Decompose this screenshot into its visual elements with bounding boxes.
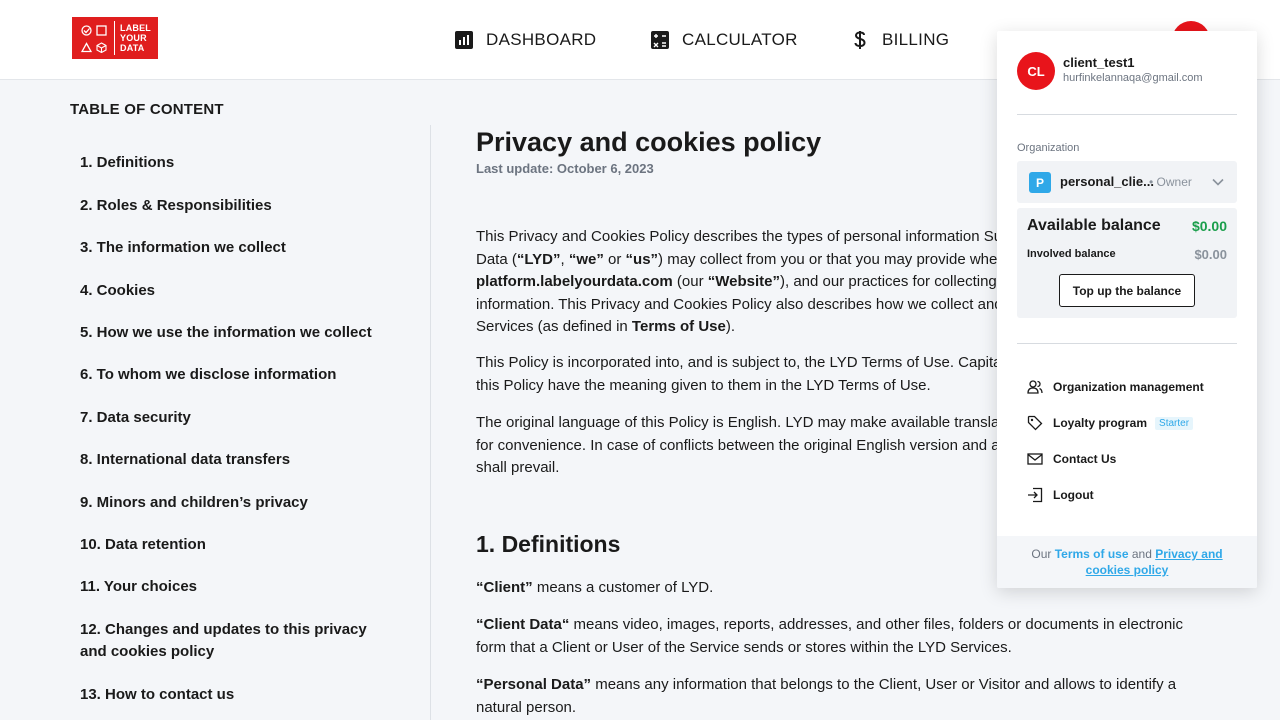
text-bold: “Website”: [707, 273, 780, 290]
loyalty-tier-badge: Starter: [1155, 416, 1194, 430]
logo-text-line: DATA: [120, 43, 145, 53]
toc-item[interactable]: 13. How to contact us: [80, 684, 234, 706]
footer-text: and: [1128, 547, 1156, 561]
logo-mark: [72, 17, 114, 59]
terms-of-use-link[interactable]: Terms of Use: [632, 318, 726, 335]
text: ).: [725, 318, 736, 335]
user-email: hurfinkelannaqa@gmail.com: [1063, 72, 1203, 84]
nav-dashboard[interactable]: DASHBOARD: [454, 28, 596, 52]
logo-text-line: YOUR: [120, 33, 147, 43]
top-up-button[interactable]: Top up the balance: [1059, 274, 1195, 307]
text: ) may collect from you or that you may p…: [658, 250, 1046, 268]
toc-item[interactable]: 7. Data security: [80, 407, 191, 429]
organization-select[interactable]: P personal_clie... • Owner: [1017, 161, 1237, 203]
toc-title: TABLE OF CONTENT: [70, 101, 224, 118]
text: (our: [672, 273, 708, 290]
calculator-icon: [650, 30, 670, 50]
section-title: 1. Definitions: [476, 531, 621, 557]
toc-item[interactable]: 8. International data transfers: [80, 449, 290, 471]
definition-personal-data: “Personal Data” means any information th…: [476, 674, 1216, 719]
logo-cube-icon: [96, 42, 109, 56]
users-icon: [1027, 379, 1043, 395]
organization-label: Organization: [1017, 142, 1080, 154]
avatar: CL: [1017, 52, 1055, 90]
logout-icon: [1027, 487, 1043, 503]
toc-item[interactable]: 5. How we use the information we collect: [80, 322, 372, 344]
tag-icon: [1027, 415, 1043, 431]
mail-icon: [1027, 451, 1043, 467]
definition-text: means video, images, reports, addresses,…: [476, 616, 1183, 656]
available-balance-value: $0.00: [1191, 218, 1227, 234]
toc-item[interactable]: 11. Your choices: [80, 576, 197, 598]
divider: [1017, 343, 1237, 344]
menu-item-label: Organization management: [1053, 380, 1204, 394]
logo-text: LABEL YOUR DATA: [120, 23, 151, 53]
footer-text: Our: [1031, 547, 1055, 561]
menu-item-label: Logout: [1053, 488, 1094, 502]
platform-link[interactable]: platform.labelyourdata.com: [476, 273, 673, 290]
involved-balance-label: Involved balance: [1027, 248, 1116, 260]
text-bold: “us”: [625, 250, 659, 268]
divider: [1017, 114, 1237, 115]
account-dropdown: CL client_test1 hurfinkelannaqa@gmail.co…: [997, 31, 1257, 588]
toc-item[interactable]: 2. Roles & Responsibilities: [80, 195, 272, 217]
chart-icon: [454, 30, 474, 50]
text-bold: “LYD”: [516, 250, 561, 268]
text: or: [603, 250, 626, 268]
nav-billing[interactable]: BILLING: [850, 28, 949, 52]
text-bold: “we”: [568, 250, 604, 268]
menu-item-label: Contact Us: [1053, 452, 1117, 466]
toc-item[interactable]: 10. Data retention: [80, 534, 206, 556]
terms-of-use-link[interactable]: Terms of use: [1055, 547, 1129, 561]
toc-item[interactable]: 12. Changes and updates to this privacy …: [80, 619, 380, 663]
logo-divider: [114, 21, 115, 55]
toc-item[interactable]: 4. Cookies: [80, 280, 155, 302]
toc-divider: [430, 125, 431, 720]
org-name: personal_clie...: [1060, 174, 1154, 189]
definition-client-data: “Client Data“ means video, images, repor…: [476, 614, 1216, 659]
menu-item-contact-us[interactable]: Contact Us: [1027, 447, 1237, 471]
logo[interactable]: LABEL YOUR DATA: [72, 17, 158, 59]
chevron-down-icon: [1211, 175, 1225, 189]
menu-item-loyalty-program[interactable]: Loyalty program Starter: [1027, 411, 1237, 435]
nav-dashboard-label: DASHBOARD: [486, 30, 597, 49]
logo-text-line: LABEL: [120, 23, 151, 33]
definition-term: “Personal Data”: [476, 676, 592, 693]
menu-item-logout[interactable]: Logout: [1027, 483, 1237, 507]
text: ,: [560, 250, 569, 268]
logo-triangle-icon: [80, 42, 93, 56]
text: Services (as defined in: [476, 318, 632, 335]
logo-check-icon: [80, 25, 93, 39]
toc-item[interactable]: 3. The information we collect: [80, 237, 286, 259]
menu-item-organization-management[interactable]: Organization management: [1027, 375, 1237, 399]
definition-term: “Client”: [476, 579, 533, 596]
org-badge: P: [1029, 172, 1051, 193]
username: client_test1: [1063, 55, 1135, 70]
toc-item[interactable]: 1. Definitions: [80, 152, 174, 174]
nav-calculator[interactable]: CALCULATOR: [650, 28, 798, 52]
balance-card: Available balance $0.00 Involved balance…: [1017, 208, 1237, 318]
nav-calculator-label: CALCULATOR: [682, 30, 798, 49]
definition-text: means a customer of LYD.: [532, 579, 714, 596]
logo-square-icon: [96, 25, 109, 39]
definition-term: “Client Data“: [476, 616, 570, 633]
toc-item[interactable]: 9. Minors and children’s privacy: [80, 492, 308, 514]
nav-billing-label: BILLING: [882, 30, 950, 49]
dollar-icon: [850, 30, 870, 50]
text: Data (: [476, 250, 517, 268]
available-balance-label: Available balance: [1027, 217, 1161, 234]
org-role: • Owner: [1149, 175, 1192, 189]
panel-footer: Our Terms of use and Privacy and cookies…: [997, 536, 1257, 588]
toc-item[interactable]: 6. To whom we disclose information: [80, 364, 336, 386]
involved-balance-value: $0.00: [1194, 247, 1227, 262]
menu-item-label: Loyalty program: [1053, 416, 1148, 430]
